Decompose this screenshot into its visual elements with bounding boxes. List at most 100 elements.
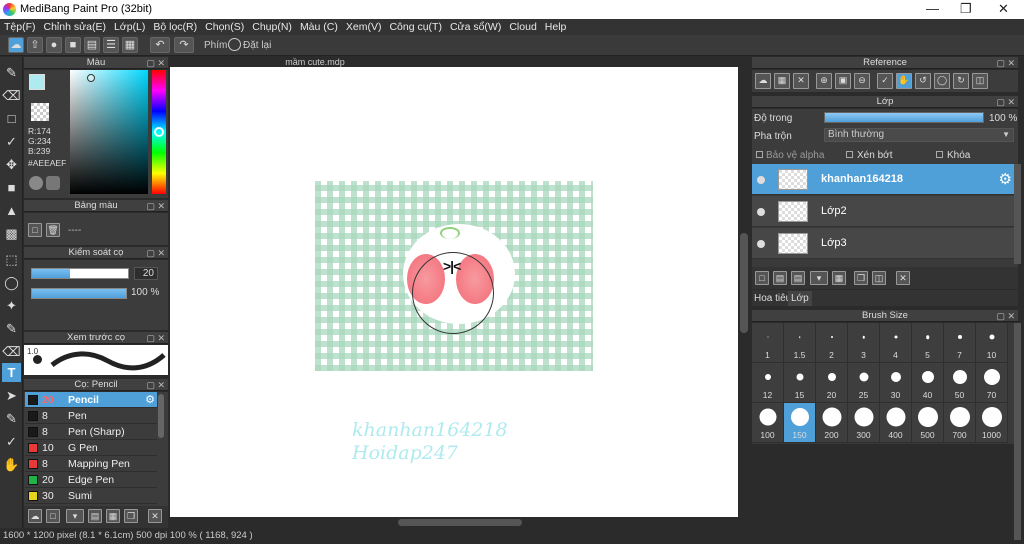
duplicate-brush-icon[interactable]: ❐ (124, 509, 138, 523)
panel-close-icon[interactable]: ▢ ✕ (146, 200, 165, 212)
brush-list-scrollbar[interactable] (158, 394, 164, 438)
brush-size-option[interactable]: 200 (816, 403, 848, 443)
layer-opacity-value[interactable]: 100 % (989, 113, 1017, 124)
hue-cursor[interactable] (154, 127, 164, 137)
brush-size-option[interactable]: 400 (880, 403, 912, 443)
open-folder-icon[interactable]: ▦ (774, 73, 790, 89)
brush-size-option[interactable]: 25 (848, 363, 880, 403)
brush-size-option[interactable]: 1 (752, 323, 784, 363)
flip-icon[interactable]: ◫ (972, 73, 988, 89)
move-tool-icon[interactable]: ✥ (2, 155, 21, 174)
tab-navigator[interactable]: Hoa tiêu (754, 293, 791, 304)
brush-size-option[interactable]: 500 (912, 403, 944, 443)
brush-size-option[interactable]: 10 (976, 323, 1008, 363)
folder-layer-icon[interactable]: ▦ (832, 271, 846, 285)
eraser-tool-icon[interactable]: ⌫ (2, 86, 21, 105)
menu-color[interactable]: Màu (C) (300, 21, 338, 33)
reset-button[interactable]: Đặt lại (243, 40, 271, 51)
chat-icon[interactable]: ■ (65, 37, 81, 53)
panel-close-icon[interactable]: ▢ ✕ (996, 310, 1015, 322)
hand-reference-icon[interactable]: ✋ (896, 73, 912, 89)
menu-snap[interactable]: Chụp(N) (252, 21, 292, 33)
add-brush-icon[interactable]: □ (46, 509, 60, 523)
brush-size-option[interactable]: 100 (752, 403, 784, 443)
close-reference-icon[interactable]: ✕ (793, 73, 809, 89)
brush-row-pencil[interactable]: 20 Pencil ⚙ (25, 392, 157, 408)
brush-opacity-value[interactable]: 100 % (131, 287, 159, 298)
brush-size-option[interactable]: 30 (880, 363, 912, 403)
eyedropper-icon[interactable]: ✓ (2, 432, 21, 451)
comment-icon[interactable]: ● (46, 37, 62, 53)
close-icon[interactable]: ✕ (998, 1, 1009, 17)
brush-tool-icon[interactable]: ✎ (2, 63, 21, 82)
brush-size-option[interactable]: 3 (848, 323, 880, 363)
canvas-hscroll-thumb[interactable] (398, 519, 522, 526)
brush-size-option[interactable]: 12 (752, 363, 784, 403)
reset-rotation-icon[interactable]: ◯ (934, 73, 950, 89)
save-brush-icon[interactable]: ▤ (88, 509, 102, 523)
brush-size-value[interactable]: 20 (134, 267, 158, 280)
panel-close-icon[interactable]: ▢ ✕ (146, 379, 165, 391)
brush-size-option[interactable]: 700 (944, 403, 976, 443)
document-tab[interactable]: mầm cute.mdp (170, 57, 460, 67)
primary-color-swatch[interactable] (29, 74, 45, 90)
brush-row-edge-pen[interactable]: 20 Edge Pen (25, 472, 157, 488)
brush-size-scrollbar[interactable] (1014, 323, 1021, 540)
menu-help[interactable]: Help (545, 21, 567, 33)
saturation-cursor[interactable] (87, 74, 95, 82)
menu-view[interactable]: Xem(V) (346, 21, 382, 33)
select-pen-icon[interactable]: ✎ (2, 319, 21, 338)
dot-tool-icon[interactable]: □ (2, 109, 21, 128)
folder-icon[interactable]: ▦ (106, 509, 120, 523)
brush-row-mapping-pen[interactable]: 8 Mapping Pen (25, 456, 157, 472)
gradient-tool-icon[interactable]: ▩ (2, 224, 21, 243)
gear-icon[interactable]: ⚙ (145, 392, 155, 408)
cloud-icon[interactable]: ☁ (8, 37, 24, 53)
eyedropper-reference-icon[interactable]: ✓ (877, 73, 893, 89)
brush-size-option[interactable]: 7 (944, 323, 976, 363)
visibility-icon[interactable] (757, 176, 765, 184)
lasso-icon[interactable]: ◯ (2, 273, 21, 292)
color-saturation-picker[interactable] (70, 70, 148, 194)
share-icon[interactable]: ⇧ (27, 37, 43, 53)
select-eraser-icon[interactable]: ⌫ (2, 342, 21, 361)
brush-size-option[interactable]: 4 (880, 323, 912, 363)
tab-layer[interactable]: Lớp (788, 291, 812, 306)
panel-close-icon[interactable]: ▢ ✕ (146, 57, 165, 69)
blend-mode-select[interactable]: Bình thường ▼ (824, 128, 1014, 142)
brush-size-option[interactable]: 2 (816, 323, 848, 363)
bucket-tool-icon[interactable]: ▲ (2, 201, 21, 220)
brush-opacity-slider[interactable] (31, 288, 127, 299)
fill-shape-tool-icon[interactable]: ■ (2, 178, 21, 197)
line-tool-icon[interactable]: ✓ (2, 132, 21, 151)
brush-row-sumi[interactable]: 30 Sumi (25, 488, 157, 504)
brush-size-option[interactable]: 20 (816, 363, 848, 403)
add-layer-menu-icon[interactable]: ▾ (810, 271, 828, 285)
zoom-out-icon[interactable]: ⊖ (854, 73, 870, 89)
brush-row-pen-sharp[interactable]: 8 Pen (Sharp) (25, 424, 157, 440)
brush-size-option[interactable]: 1.5 (784, 323, 816, 363)
brush-size-option[interactable]: 40 (912, 363, 944, 403)
brush-size-option[interactable]: 1000 (976, 403, 1008, 443)
menu-edit[interactable]: Chỉnh sửa(E) (44, 21, 106, 33)
panel-close-icon[interactable]: ▢ ✕ (146, 247, 165, 259)
panel-close-icon[interactable]: ▢ ✕ (146, 332, 165, 344)
redo-icon[interactable]: ↷ (174, 37, 194, 53)
layer-scrollbar[interactable] (1014, 164, 1021, 264)
clipping-checkbox[interactable] (846, 151, 853, 158)
lock-checkbox[interactable] (936, 151, 943, 158)
panel-close-icon[interactable]: ▢ ✕ (996, 57, 1015, 69)
menu-layer[interactable]: Lớp(L) (114, 21, 145, 33)
brush-size-option[interactable]: 300 (848, 403, 880, 443)
brush-size-option[interactable]: 70 (976, 363, 1008, 403)
alpha-protect-checkbox[interactable] (756, 151, 763, 158)
minimize-icon[interactable]: — (926, 1, 939, 16)
brush-row-pen[interactable]: 8 Pen (25, 408, 157, 424)
brush-row-g-pen[interactable]: 10 G Pen (25, 440, 157, 456)
delete-palette-icon[interactable]: 🗑 (46, 223, 60, 237)
brush-size-option[interactable]: 5 (912, 323, 944, 363)
menu-cloud[interactable]: Cloud (509, 21, 536, 33)
rotate-left-icon[interactable]: ↺ (915, 73, 931, 89)
rotate-right-icon[interactable]: ↻ (953, 73, 969, 89)
menu-filter[interactable]: Bộ lọc(R) (153, 21, 197, 33)
